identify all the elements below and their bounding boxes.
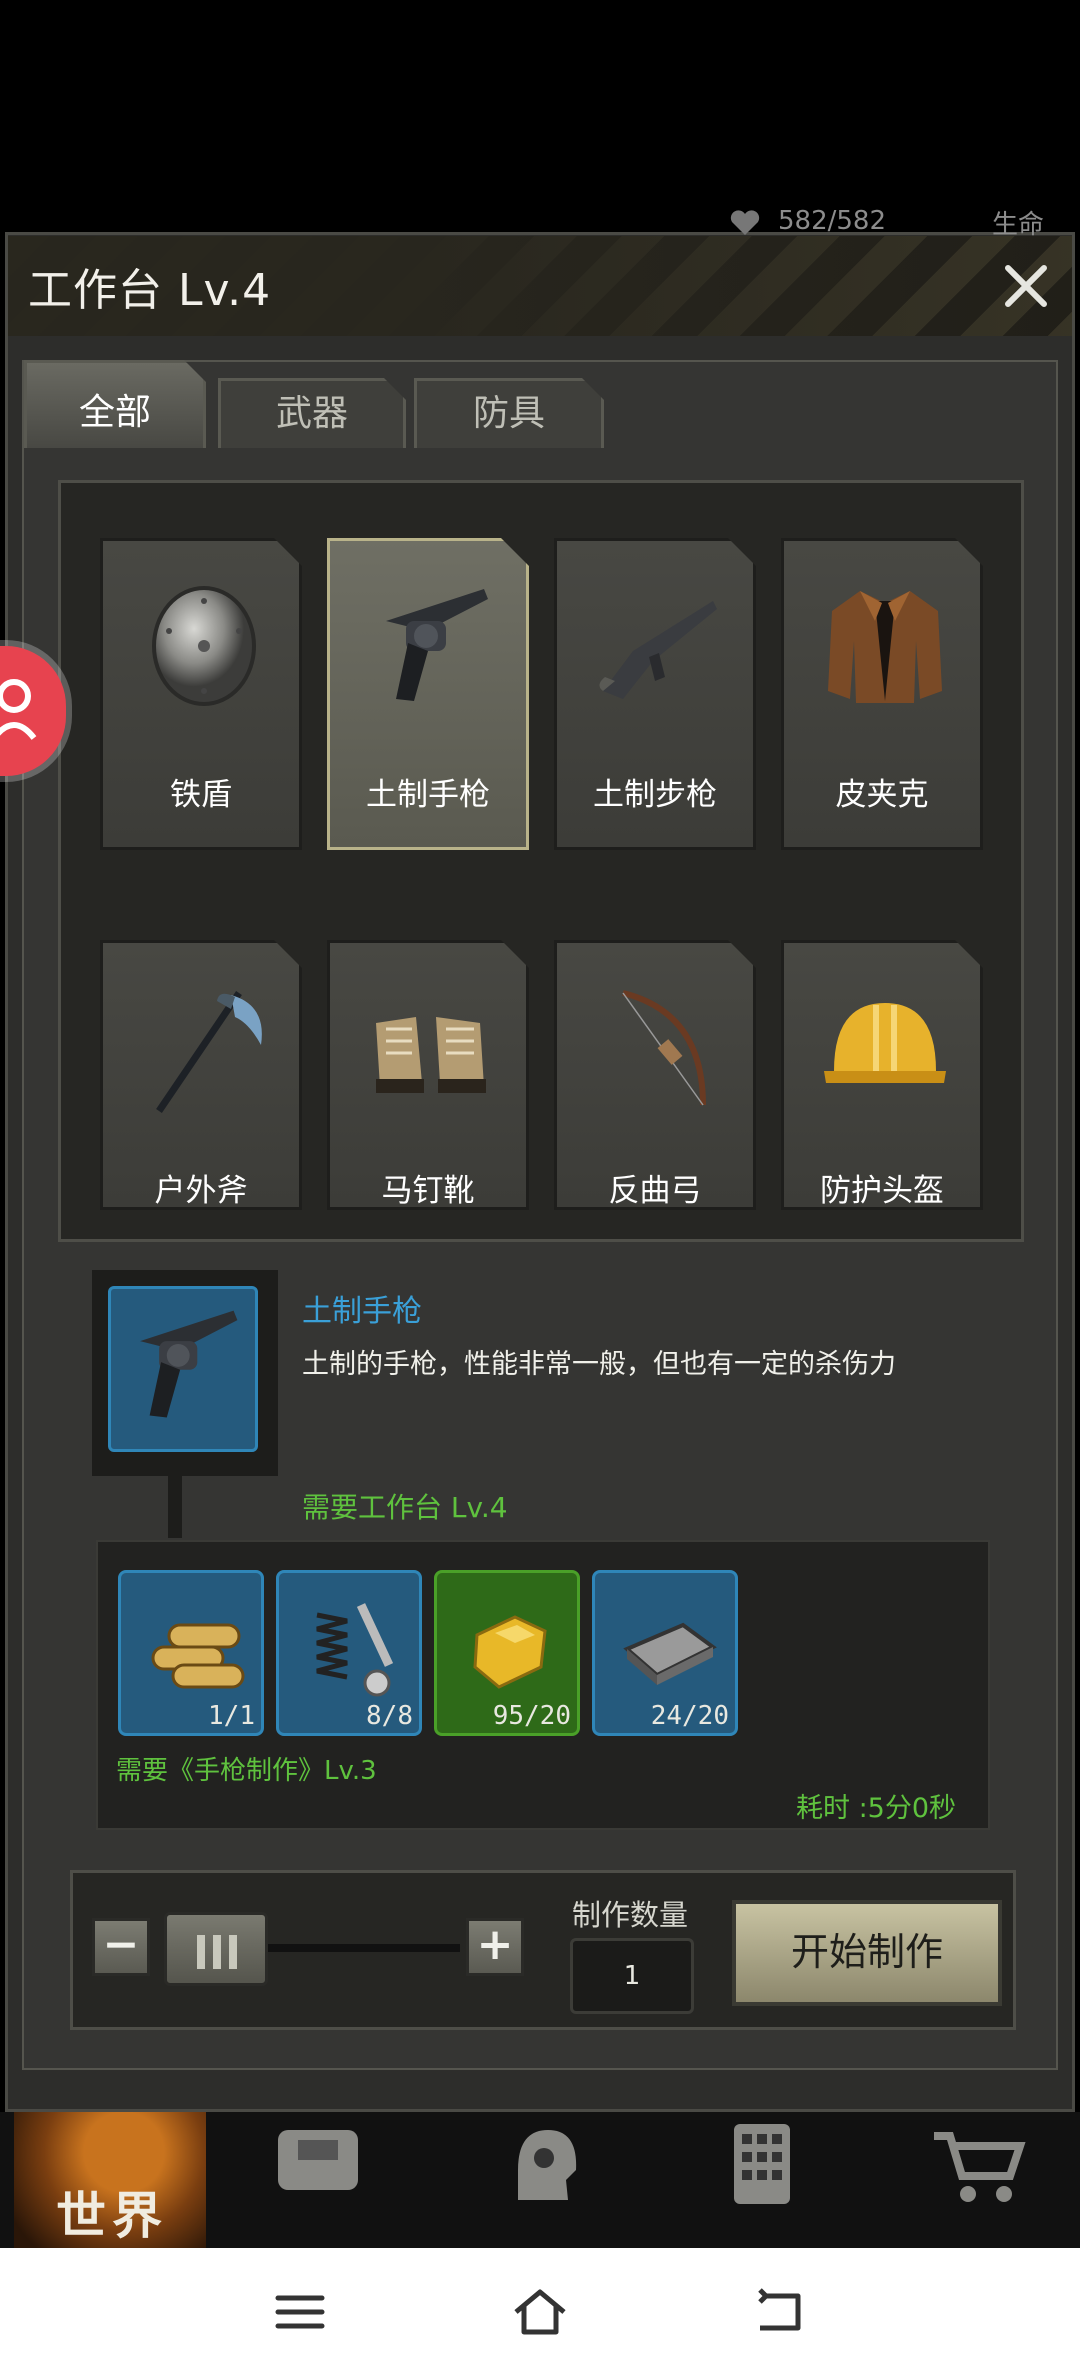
material-slot-pipes[interactable]: 1/1 [118,1570,264,1736]
item-card-helmet[interactable]: 防护头盔 [781,940,983,1210]
boots-icon [366,983,496,1113]
item-label: 铁盾 [170,777,232,813]
quantity-label: 制作数量 [572,1898,689,1932]
home-icon[interactable] [512,2284,568,2340]
hp-label: 生命 [992,210,1045,240]
nav-world[interactable]: 世界 [14,2112,206,2248]
material-count: 95/20 [492,1701,571,1731]
workbench-requirement: 需要工作台 Lv.4 [302,1491,508,1524]
material-slot-gold[interactable]: 95/20 [434,1570,580,1736]
item-label: 土制步枪 [593,777,717,813]
material-slot-springs[interactable]: 8/8 [276,1570,422,1736]
helmet-icon [820,983,950,1113]
pistol-icon [366,581,496,711]
material-slot-metal-plate[interactable]: 24/20 [592,1570,738,1736]
quantity-slider-thumb[interactable] [164,1912,268,1986]
chat-person-icon [0,679,37,740]
material-count: 1/1 [208,1701,255,1731]
item-label: 反曲弓 [608,1173,702,1209]
top-black-area [0,0,1080,230]
rifle-icon [593,581,723,711]
increase-quantity-button[interactable]: + [466,1918,524,1976]
item-label: 防护头盔 [820,1173,944,1209]
panel-title: 工作台 Lv.4 [28,265,272,316]
backpack-icon[interactable] [268,2120,368,2210]
item-card-pistol[interactable]: 土制手枪 [327,538,529,850]
hp-display: 582/582 生命 [730,206,1080,240]
head-gear-icon[interactable] [488,2120,588,2210]
tab-all[interactable]: 全部 [24,360,206,448]
item-card-boots[interactable]: 马钉靴 [327,940,529,1210]
springs-bolts-icon [316,1603,394,1697]
calculator-icon[interactable] [712,2120,812,2210]
detail-item-description: 土制的手枪，性能非常一般，但也有一定的杀伤力 [302,1349,896,1380]
axe-icon [139,983,269,1113]
item-label: 马钉靴 [381,1173,475,1209]
craft-time: 耗时 :5分0秒 [796,1793,957,1824]
hp-value: 582/582 [778,206,887,236]
item-label: 土制手枪 [366,777,490,813]
nav-world-label: 世界 [56,2187,168,2245]
floating-assistant-button[interactable] [0,646,66,776]
decrease-quantity-button[interactable]: − [92,1918,150,1976]
metal-plate-icon [623,1622,717,1685]
material-count: 24/20 [650,1701,729,1731]
detail-item-name: 土制手枪 [302,1294,422,1329]
iron-shield-icon [139,581,269,711]
cart-icon[interactable] [928,2120,1028,2210]
bow-icon [593,983,723,1113]
selected-item-slot [108,1286,258,1452]
item-card-leather-jacket[interactable]: 皮夹克 [781,538,983,850]
menu-icon[interactable] [272,2284,328,2340]
item-card-rifle[interactable]: 土制步枪 [554,538,756,850]
back-icon[interactable] [752,2284,808,2340]
item-card-axe[interactable]: 户外斧 [100,940,302,1210]
skill-requirement: 需要《手枪制作》Lv.3 [116,1756,377,1786]
start-craft-button[interactable]: 开始制作 [732,1900,1002,2006]
pipes-icon [151,1623,245,1689]
tab-weapons[interactable]: 武器 [218,378,406,448]
item-card-bow[interactable]: 反曲弓 [554,940,756,1210]
item-card-iron-shield[interactable]: 铁盾 [100,538,302,850]
tab-armor[interactable]: 防具 [414,378,604,448]
close-icon[interactable] [996,256,1056,316]
quantity-field[interactable]: 1 [570,1938,694,2014]
item-label: 皮夹克 [835,777,929,813]
pistol-icon [140,1310,238,1418]
material-count: 8/8 [366,1701,413,1731]
leather-jacket-icon [820,581,950,711]
heart-icon [730,210,760,235]
item-label: 户外斧 [154,1173,248,1209]
gold-nugget-icon [473,1615,547,1689]
